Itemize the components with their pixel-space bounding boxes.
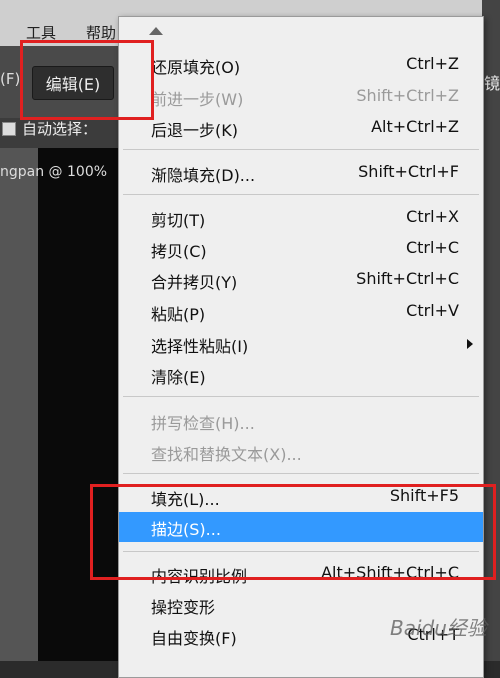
canvas-gutter xyxy=(0,148,38,661)
auto-select-label: 自动选择： xyxy=(22,120,98,138)
menu-item-paste[interactable]: 粘贴(P) Ctrl+V xyxy=(119,297,483,325)
menu-item-step-backward[interactable]: 后退一步(K) Alt+Ctrl+Z xyxy=(119,113,483,141)
right-panel-text: 镜 xyxy=(484,74,500,93)
menu-separator xyxy=(123,473,479,474)
watermark-logo: Baidu经验 xyxy=(390,616,487,640)
menu-item-step-forward[interactable]: 前进一步(W) Shift+Ctrl+Z xyxy=(119,82,483,110)
annotation-box-edit-button xyxy=(20,40,154,120)
menu-item-copy[interactable]: 拷贝(C) Ctrl+C xyxy=(119,234,483,262)
file-menu-fragment[interactable]: (F) xyxy=(0,70,20,88)
menu-item-paste-special[interactable]: 选择性粘贴(I) xyxy=(119,329,483,357)
menu-separator xyxy=(123,194,479,195)
menu-item-fade-fill[interactable]: 渐隐填充(D)... Shift+Ctrl+F xyxy=(119,158,483,186)
menu-separator xyxy=(123,396,479,397)
menu-item-check-spelling[interactable]: 拼写检查(H)... xyxy=(119,406,483,434)
menu-item-clear[interactable]: 清除(E) xyxy=(119,360,483,388)
auto-select-checkbox[interactable] xyxy=(2,122,16,136)
submenu-arrow-icon xyxy=(467,339,473,349)
menu-separator xyxy=(123,149,479,150)
menu-item-cut[interactable]: 剪切(T) Ctrl+X xyxy=(119,203,483,231)
annotation-box-stroke-item xyxy=(90,484,496,580)
document-tab[interactable]: ngpan @ 100% xyxy=(0,164,107,180)
menu-item-undo-fill[interactable]: 还原填充(O) Ctrl+Z xyxy=(119,50,483,78)
scroll-up-arrow-icon[interactable] xyxy=(149,27,163,35)
menu-item-copy-merged[interactable]: 合并拷贝(Y) Shift+Ctrl+C xyxy=(119,265,483,293)
menu-item-find-replace[interactable]: 查找和替换文本(X)... xyxy=(119,437,483,465)
